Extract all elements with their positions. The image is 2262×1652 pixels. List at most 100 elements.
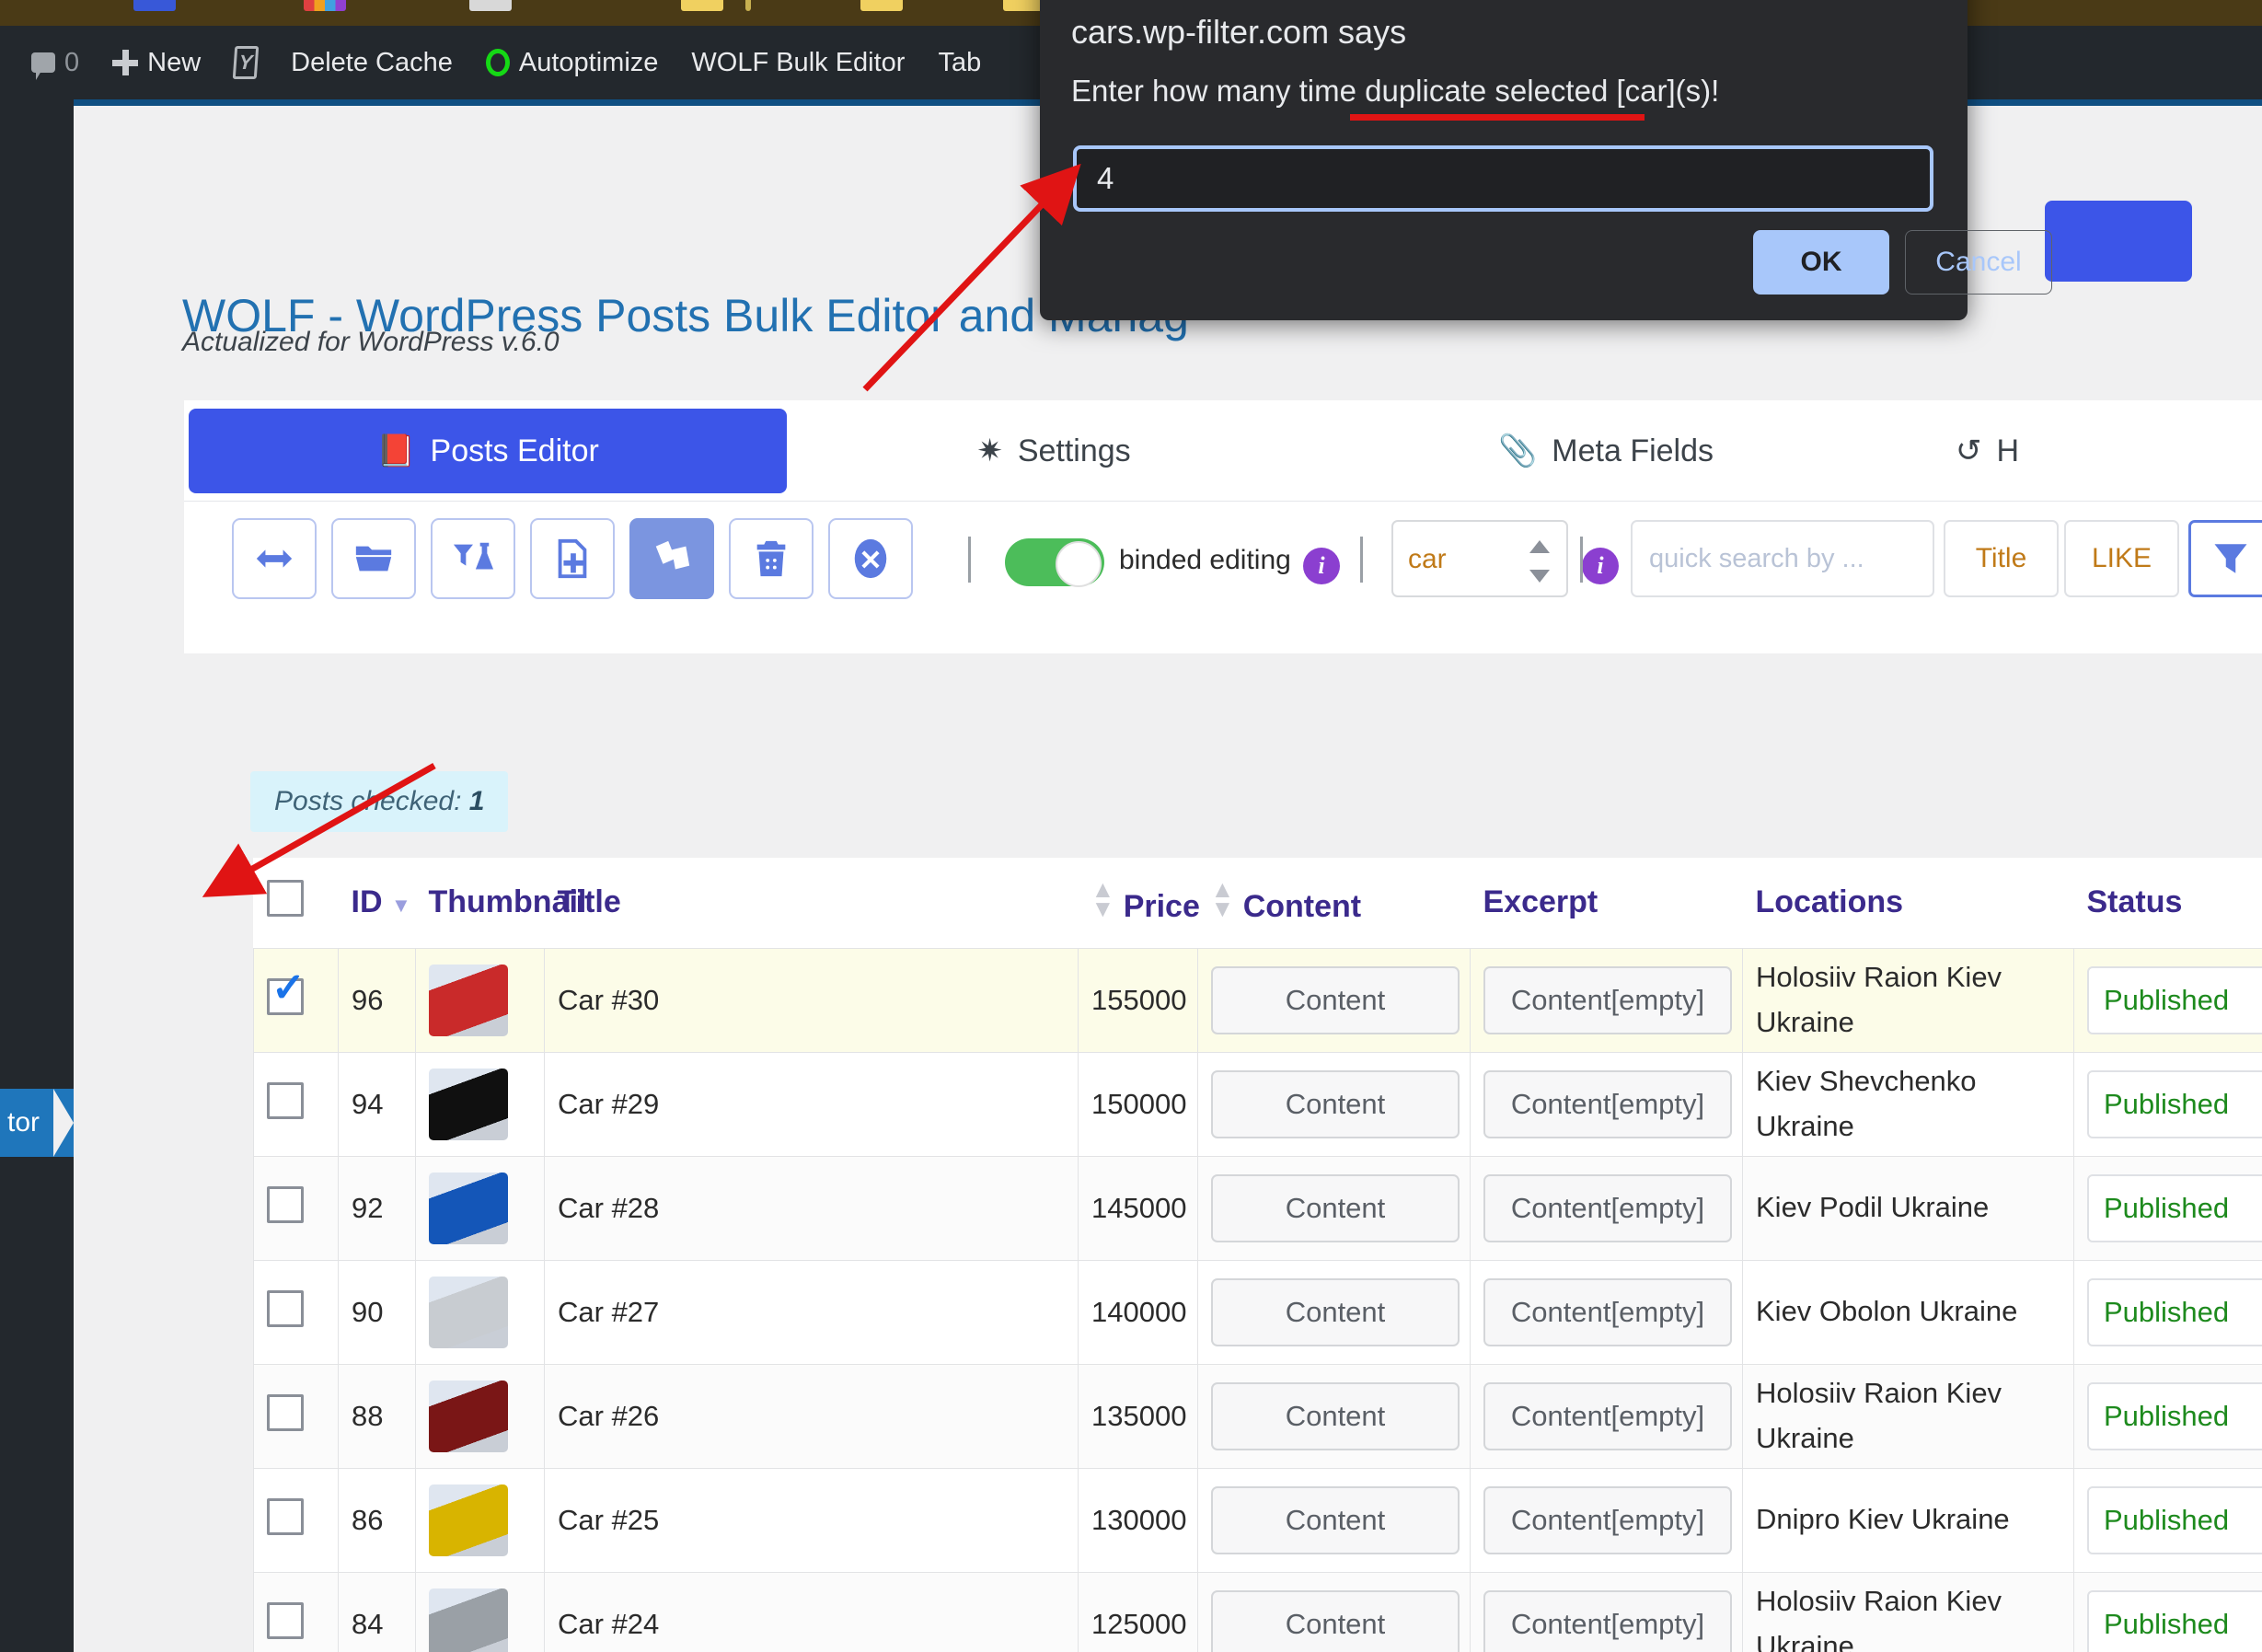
- thumbnail[interactable]: [429, 964, 508, 1036]
- column-header-price[interactable]: ▲ ▼ Price: [1078, 858, 1200, 948]
- row-location[interactable]: Holosiiv Raion Kiev Ukraine: [1742, 1363, 2074, 1469]
- column-header-locations[interactable]: Locations: [1742, 858, 2074, 948]
- row-id[interactable]: 92: [338, 1155, 416, 1261]
- content-button[interactable]: Content: [1211, 1485, 1460, 1554]
- search-operator-like-button[interactable]: LIKE: [2064, 520, 2179, 597]
- row-price[interactable]: 130000: [1078, 1467, 1198, 1573]
- column-header-excerpt[interactable]: Excerpt: [1470, 858, 1743, 948]
- duplicate-posts-button[interactable]: [629, 518, 714, 599]
- row-title[interactable]: Car #25: [544, 1467, 1079, 1573]
- content-button[interactable]: Content: [1211, 1173, 1460, 1242]
- info-icon[interactable]: i: [1582, 548, 1619, 584]
- thumbnail[interactable]: [429, 1068, 508, 1140]
- table-row[interactable]: 84 Car #24 125000 Content Content[empty] Holo…: [253, 1571, 2262, 1652]
- sort-desc-icon[interactable]: ▼: [391, 894, 411, 918]
- row-checkbox[interactable]: [267, 1497, 304, 1535]
- row-price[interactable]: 150000: [1078, 1051, 1198, 1157]
- row-checkbox[interactable]: [267, 968, 306, 1015]
- row-price[interactable]: 135000: [1078, 1363, 1198, 1469]
- browser-tab[interactable]: [304, 0, 346, 11]
- content-button[interactable]: Content: [1211, 965, 1460, 1034]
- content-button[interactable]: Content: [1211, 1589, 1460, 1652]
- sort-icon[interactable]: ▲ ▼: [1091, 877, 1115, 920]
- top-right-action-button[interactable]: [2045, 201, 2192, 282]
- table-row[interactable]: 96 Car #30155000Content Content[empty]Holo…: [253, 947, 2262, 1053]
- table-row[interactable]: 94 Car #29 150000 Content Content[empty] Kiev…: [253, 1051, 2262, 1157]
- row-id[interactable]: 86: [338, 1467, 416, 1573]
- thumbnail[interactable]: [429, 1276, 508, 1348]
- row-location[interactable]: Holosiiv Raion Kiev Ukraine: [1742, 1571, 2074, 1652]
- row-title[interactable]: Car #26: [544, 1363, 1079, 1469]
- row-price[interactable]: 145000: [1078, 1155, 1198, 1261]
- row-price[interactable]: 140000: [1078, 1259, 1198, 1365]
- row-checkbox[interactable]: [267, 1393, 304, 1431]
- content-button[interactable]: Content: [1211, 1381, 1460, 1450]
- row-location[interactable]: Kiev Shevchenko Ukraine: [1742, 1051, 2074, 1157]
- status-select[interactable]: Published: [2087, 1069, 2262, 1138]
- tab-meta-fields[interactable]: 📎 Meta Fields: [1413, 409, 1799, 493]
- status-select[interactable]: Published: [2087, 1277, 2262, 1346]
- row-price[interactable]: 155000: [1078, 947, 1198, 1053]
- browser-tab[interactable]: [860, 0, 903, 11]
- excerpt-button[interactable]: Content[empty]: [1483, 1485, 1732, 1554]
- sort-icon[interactable]: ▲ ▼: [1211, 877, 1235, 920]
- binded-editing-toggle[interactable]: [1005, 538, 1104, 587]
- status-select[interactable]: Published: [2087, 1381, 2262, 1450]
- table-row[interactable]: 92 Car #28 145000 Content Content[empty] Kiev…: [253, 1155, 2262, 1261]
- dialog-input[interactable]: [1073, 145, 1933, 212]
- sidebar-flyout-label[interactable]: tor: [0, 1089, 74, 1157]
- column-header-content[interactable]: ▲ ▼ Content: [1197, 858, 1471, 948]
- info-icon[interactable]: i: [1303, 548, 1340, 584]
- row-location[interactable]: Kiev Obolon Ukraine: [1742, 1259, 2074, 1365]
- apply-filter-button[interactable]: [2188, 520, 2262, 597]
- select-all-checkbox[interactable]: [266, 880, 304, 918]
- excerpt-button[interactable]: Content[empty]: [1483, 1381, 1732, 1450]
- admin-bar-wolf-bulk-editor[interactable]: WOLF Bulk Editor: [675, 26, 921, 99]
- excerpt-button[interactable]: Content[empty]: [1483, 965, 1732, 1034]
- row-id[interactable]: 84: [338, 1571, 416, 1652]
- tab-help[interactable]: ↺ H: [1956, 409, 2262, 493]
- column-header-status[interactable]: Status: [2073, 858, 2262, 948]
- tab-settings[interactable]: ✷ Settings: [860, 409, 1247, 493]
- row-location[interactable]: Holosiiv Raion Kiev Ukraine: [1742, 947, 2074, 1053]
- row-title[interactable]: Car #30: [544, 947, 1079, 1053]
- row-price[interactable]: 125000: [1078, 1571, 1198, 1652]
- spinner-arrows-icon[interactable]: [1529, 540, 1550, 583]
- row-checkbox[interactable]: [267, 1289, 304, 1327]
- excerpt-button[interactable]: Content[empty]: [1483, 1277, 1732, 1346]
- table-row[interactable]: 90 Car #27 140000 Content Content[empty] Kiev…: [253, 1259, 2262, 1365]
- thumbnail[interactable]: [429, 1172, 508, 1244]
- resize-columns-button[interactable]: [232, 518, 317, 599]
- excerpt-button[interactable]: Content[empty]: [1483, 1173, 1732, 1242]
- column-header-thumbnail[interactable]: Thumbnail: [415, 858, 586, 948]
- status-select[interactable]: Published: [2087, 1173, 2262, 1242]
- status-select[interactable]: Published: [2087, 1485, 2262, 1554]
- table-row[interactable]: 86 Car #25 130000 Content Content[empty] Dnip…: [253, 1467, 2262, 1573]
- column-header-title[interactable]: Title: [544, 858, 1079, 948]
- content-button[interactable]: Content: [1211, 1069, 1460, 1138]
- row-id[interactable]: 94: [338, 1051, 416, 1157]
- add-post-button[interactable]: [530, 518, 615, 599]
- search-field-title-button[interactable]: Title: [1944, 520, 2059, 597]
- cancel-button[interactable]: [828, 518, 913, 599]
- row-location[interactable]: Dnipro Kiev Ukraine: [1742, 1467, 2074, 1573]
- thumbnail[interactable]: [429, 1588, 508, 1652]
- excerpt-button[interactable]: Content[empty]: [1483, 1069, 1732, 1138]
- open-folder-button[interactable]: [331, 518, 416, 599]
- admin-bar-new[interactable]: New: [96, 26, 217, 99]
- browser-tab[interactable]: [681, 0, 723, 11]
- status-select[interactable]: Published: [2087, 965, 2262, 1034]
- admin-bar-comments[interactable]: 0: [0, 26, 96, 99]
- status-select[interactable]: Published: [2087, 1589, 2262, 1652]
- thumbnail[interactable]: [429, 1484, 508, 1556]
- row-checkbox[interactable]: [267, 1081, 304, 1119]
- content-button[interactable]: Content: [1211, 1277, 1460, 1346]
- column-header-id[interactable]: ID ▼: [338, 858, 416, 948]
- delete-posts-button[interactable]: [729, 518, 814, 599]
- admin-bar-yoast[interactable]: Y: [217, 26, 274, 99]
- tab-posts-editor[interactable]: 📕 Posts Editor: [189, 409, 787, 493]
- admin-bar-delete-cache[interactable]: Delete Cache: [274, 26, 469, 99]
- row-title[interactable]: Car #27: [544, 1259, 1079, 1365]
- search-input[interactable]: [1631, 520, 1934, 597]
- dialog-ok-button[interactable]: OK: [1753, 230, 1889, 295]
